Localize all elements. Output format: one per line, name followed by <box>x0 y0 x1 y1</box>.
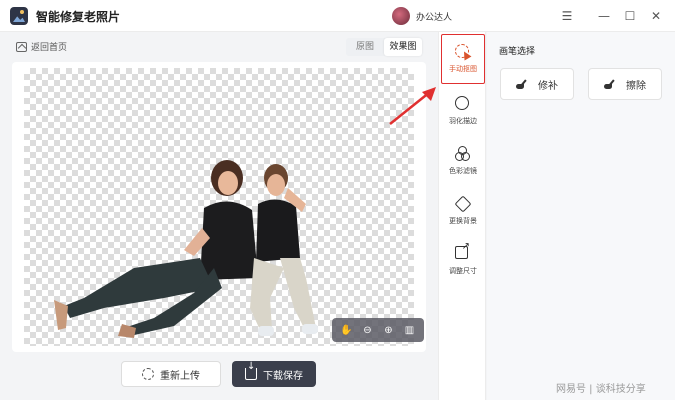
tool-feather-edge[interactable]: 羽化描边 <box>439 86 487 136</box>
refresh-icon <box>142 368 154 380</box>
eraser-brush-icon <box>604 79 618 89</box>
tool-resize[interactable]: 调整尺寸 <box>439 236 487 286</box>
brush-panel-title: 画笔选择 <box>499 47 536 57</box>
menu-icon[interactable]: ☰ <box>559 8 575 24</box>
tool-label: 手动抠图 <box>449 65 477 73</box>
app-logo-icon <box>10 7 28 25</box>
annotation-arrow <box>389 87 436 125</box>
repair-brush-button[interactable]: 修补 <box>500 68 574 100</box>
compare-icon[interactable]: ▥ <box>403 323 417 337</box>
tab-result[interactable]: 效果图 <box>384 38 422 56</box>
tool-label: 羽化描边 <box>449 117 477 125</box>
view-toggle: 原图 效果图 <box>346 38 422 56</box>
zoom-in-icon[interactable]: ⊕ <box>382 323 396 337</box>
manual-cutout-icon <box>455 44 471 60</box>
brush-panel: 画笔选择 修补 擦除 <box>487 32 675 400</box>
resize-icon <box>455 241 471 262</box>
hand-icon[interactable]: ✋ <box>340 323 354 337</box>
tool-label: 色彩滤镜 <box>449 167 477 175</box>
avatar[interactable] <box>392 7 410 25</box>
tool-change-background[interactable]: 更换背景 <box>439 186 487 236</box>
tool-rail: 手动抠图 羽化描边 色彩滤镜 更换背景 调整尺寸 <box>438 32 486 400</box>
tool-manual-cutout[interactable]: 手动抠图 <box>441 34 485 84</box>
download-label: 下载保存 <box>263 370 303 382</box>
home-icon <box>16 41 27 52</box>
back-home-link[interactable]: 返回首页 <box>16 40 67 53</box>
minimize-icon[interactable]: — <box>596 8 612 24</box>
app-title: 智能修复老照片 <box>36 10 121 24</box>
download-button[interactable]: 下载保存 <box>232 361 316 387</box>
erase-brush-button[interactable]: 擦除 <box>588 68 662 100</box>
tab-original[interactable]: 原图 <box>346 38 384 56</box>
erase-label: 擦除 <box>626 80 646 92</box>
username[interactable]: 办公达人 <box>416 10 452 23</box>
zoom-toolbar: ✋ ⊖ ⊕ ▥ <box>332 318 424 342</box>
transparent-canvas[interactable]: ✋ ⊖ ⊕ ▥ <box>24 68 424 346</box>
tool-color-filter[interactable]: 色彩滤镜 <box>439 136 487 186</box>
watermark: 网易号 | 谈科技分享 <box>556 384 646 395</box>
color-filter-icon <box>455 146 471 162</box>
repair-label: 修补 <box>538 80 558 92</box>
change-background-icon <box>454 195 472 213</box>
brush-icon <box>516 79 530 89</box>
cutout-photo <box>54 160 318 338</box>
reupload-label: 重新上传 <box>160 370 200 382</box>
tool-label: 更换背景 <box>449 217 477 225</box>
reupload-button[interactable]: 重新上传 <box>121 361 221 387</box>
canvas-panel: ✋ ⊖ ⊕ ▥ <box>12 62 426 352</box>
tool-label: 调整尺寸 <box>449 267 477 275</box>
maximize-icon[interactable]: ☐ <box>622 8 638 24</box>
download-icon <box>245 361 257 380</box>
title-bar: 智能修复老照片 办公达人 ☰ — ☐ ✕ <box>0 0 675 32</box>
back-home-label: 返回首页 <box>31 43 68 53</box>
zoom-out-icon[interactable]: ⊖ <box>361 323 375 337</box>
feather-edge-icon <box>455 96 471 112</box>
close-icon[interactable]: ✕ <box>648 8 664 24</box>
